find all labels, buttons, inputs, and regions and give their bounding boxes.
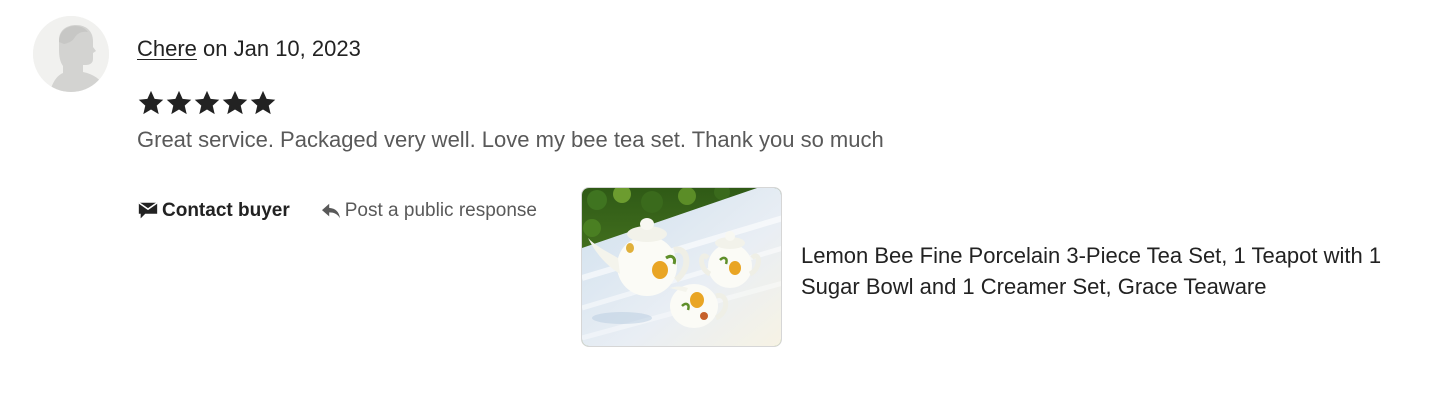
- review-actions: Contact buyer Post a public response: [137, 198, 537, 224]
- contact-buyer-label: Contact buyer: [162, 200, 290, 221]
- star-icon: [138, 90, 164, 115]
- review-text: Great service. Packaged very well. Love …: [137, 127, 884, 152]
- post-public-response-button[interactable]: Post a public response: [320, 200, 537, 222]
- review-date: on Jan 10, 2023: [196, 36, 361, 61]
- star-icon: [166, 90, 192, 115]
- product-thumbnail[interactable]: [581, 187, 782, 347]
- reviewer-avatar[interactable]: [33, 16, 109, 92]
- reply-arrow-icon: [321, 203, 340, 219]
- star-icon: [194, 90, 220, 115]
- review-byline: Chere on Jan 10, 2023: [137, 35, 361, 63]
- message-icon: [138, 202, 158, 219]
- post-public-response-label: Post a public response: [344, 200, 537, 221]
- reviewer-name-link[interactable]: Chere: [137, 36, 197, 61]
- star-rating: [137, 88, 277, 118]
- product-title-link[interactable]: Lemon Bee Fine Porcelain 3-Piece Tea Set…: [801, 240, 1431, 302]
- contact-buyer-button[interactable]: Contact buyer: [137, 200, 290, 222]
- default-user-silhouette-icon: [33, 16, 109, 92]
- star-icon: [222, 90, 248, 115]
- star-icon: [250, 90, 276, 115]
- tea-set-photo: [582, 188, 781, 346]
